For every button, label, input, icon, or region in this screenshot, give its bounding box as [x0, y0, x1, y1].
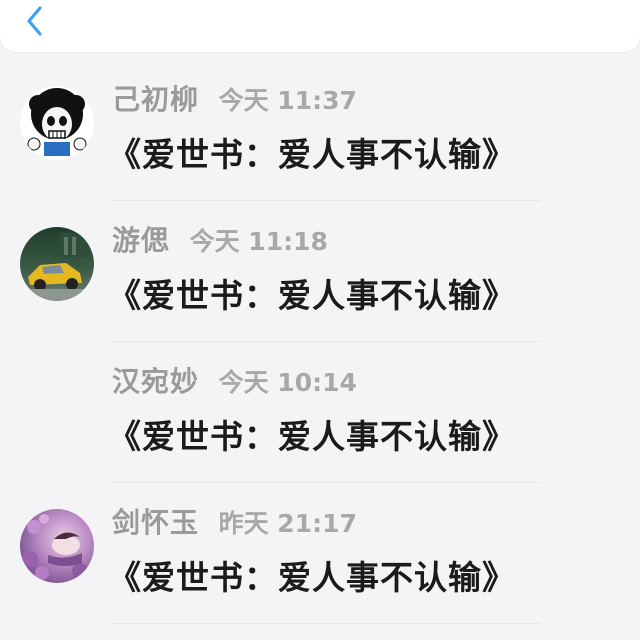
yellow-car-avatar-icon: [20, 227, 94, 301]
list-item[interactable]: 游偲 今天 11:18 《爱世书：爱人事不认输》: [0, 201, 640, 342]
user-name[interactable]: 剑怀玉: [112, 506, 199, 539]
list-item[interactable]: 汉宛妙 今天 10:14 《爱世书：爱人事不认输》: [0, 342, 640, 483]
timestamp: 今天 11:37: [218, 86, 357, 115]
user-name[interactable]: 己初柳: [112, 83, 199, 116]
top-bar: [0, 0, 640, 52]
back-button[interactable]: [18, 4, 52, 38]
timestamp: 今天 11:18: [189, 227, 328, 256]
timestamp: 昨天 21:17: [218, 509, 357, 538]
skull-afro-avatar-icon: [20, 86, 94, 160]
comment-text: 《爱世书：爱人事不认输》: [108, 558, 516, 597]
user-name[interactable]: 游偲: [112, 224, 170, 257]
purple-flower-avatar-icon: [20, 509, 94, 583]
comment-text: 《爱世书：爱人事不认输》: [108, 417, 516, 456]
avatar[interactable]: [20, 509, 94, 583]
list-item[interactable]: 剑怀玉 昨天 21:17 《爱世书：爱人事不认输》: [0, 483, 640, 624]
divider: [112, 623, 540, 624]
chevron-left-icon: [27, 6, 42, 36]
timestamp: 今天 10:14: [218, 368, 357, 397]
avatar[interactable]: [20, 227, 94, 301]
comment-text: 《爱世书：爱人事不认输》: [108, 135, 516, 174]
comment-text: 《爱世书：爱人事不认输》: [108, 276, 516, 315]
avatar[interactable]: [20, 86, 94, 160]
comment-list: 己初柳 今天 11:37 《爱世书：爱人事不认输》 游偲 今天 11:18 《爱…: [0, 60, 640, 624]
user-name[interactable]: 汉宛妙: [112, 365, 199, 398]
list-item[interactable]: 己初柳 今天 11:37 《爱世书：爱人事不认输》: [0, 60, 640, 201]
